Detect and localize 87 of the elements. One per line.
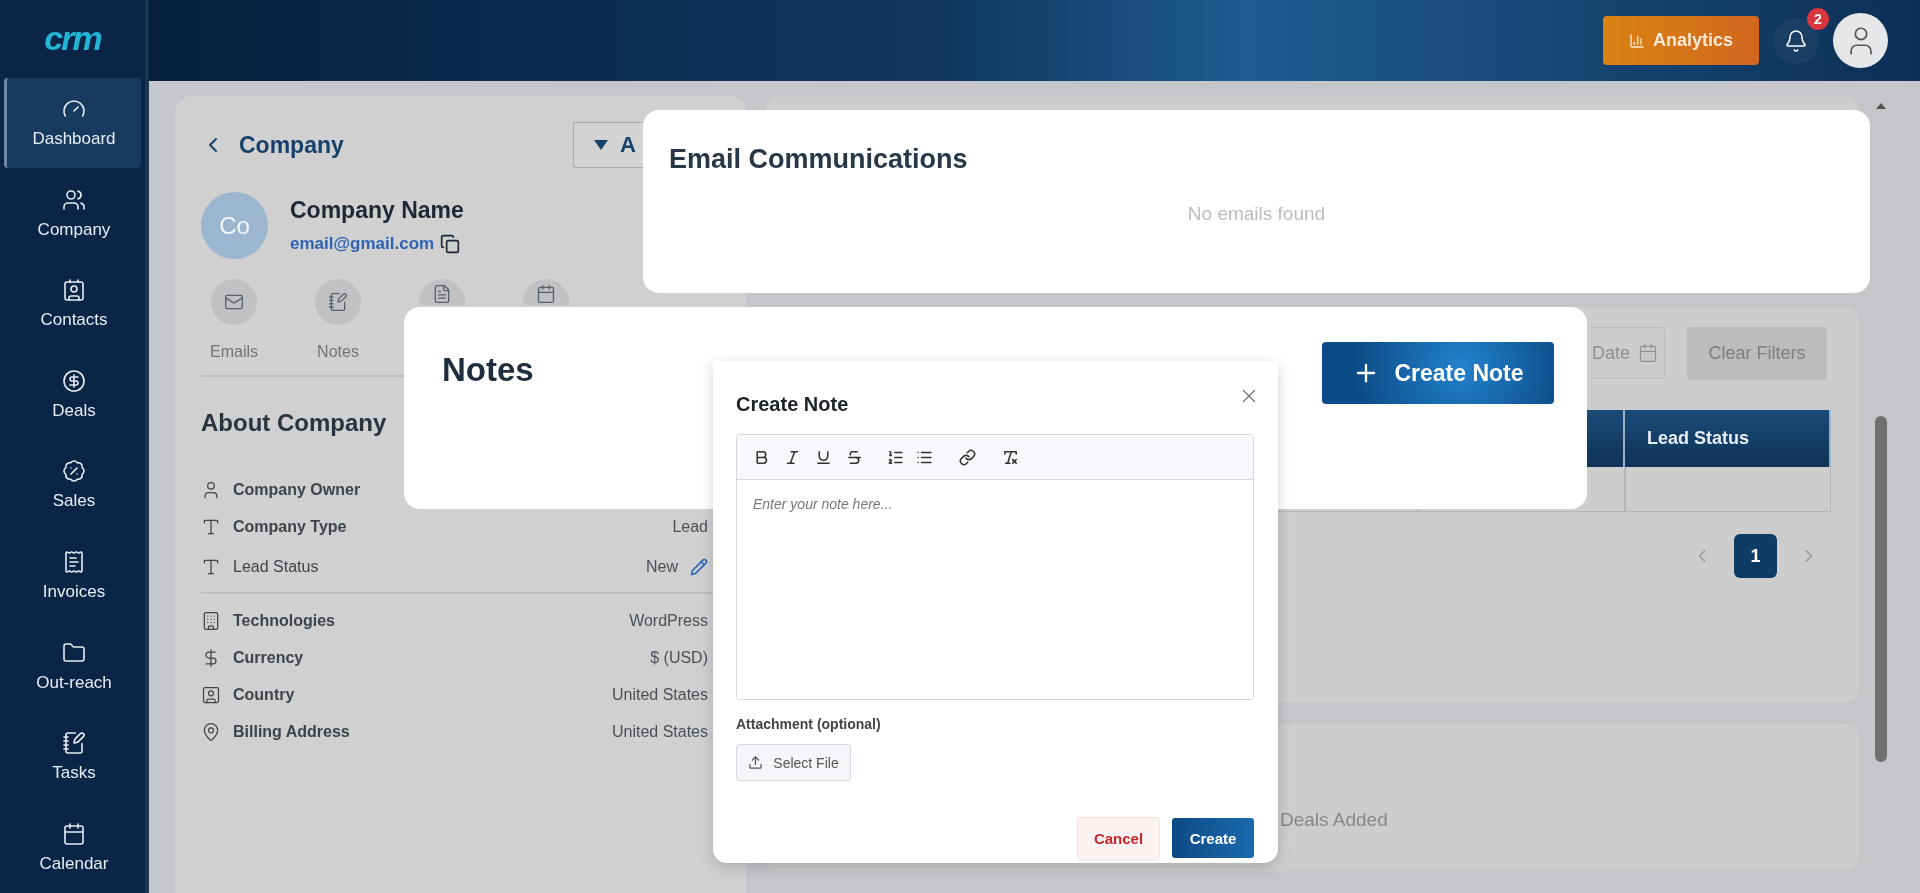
- calendar-icon: [536, 284, 556, 304]
- users-icon: [62, 187, 86, 212]
- bar-chart-icon: [1628, 32, 1645, 49]
- note-editor[interactable]: Enter your note here...: [736, 434, 1254, 700]
- notebook-icon: [328, 291, 348, 312]
- card-title: Email Communications: [669, 144, 968, 175]
- bell-icon: [1784, 28, 1808, 53]
- page-button[interactable]: 1: [1734, 534, 1777, 578]
- sidebar-item[interactable]: Dashboard: [4, 77, 141, 169]
- toolbar-button[interactable]: [753, 448, 770, 466]
- user-avatar[interactable]: [1833, 13, 1888, 68]
- sidebar-item[interactable]: Calendar: [4, 802, 141, 893]
- field-label: Company Owner: [233, 480, 362, 499]
- percent-badge-icon: [62, 459, 86, 484]
- scroll-up-icon[interactable]: [1876, 103, 1886, 109]
- toolbar-button[interactable]: [887, 448, 904, 466]
- folder-icon: [62, 640, 86, 665]
- card-title: Notes: [442, 351, 534, 389]
- quick-action-button[interactable]: [315, 279, 361, 325]
- building-icon: [201, 610, 221, 631]
- field-label: Country: [233, 685, 296, 704]
- calendar-icon: [1638, 343, 1658, 363]
- copy-icon[interactable]: [440, 234, 461, 254]
- field-label: Technologies: [233, 611, 336, 630]
- notebook-icon: [62, 731, 86, 756]
- logo: crm: [44, 19, 101, 59]
- upload-icon: [748, 755, 764, 770]
- ordered-list-icon: [887, 448, 904, 466]
- cancel-button[interactable]: Cancel: [1077, 817, 1160, 860]
- toolbar-button[interactable]: [846, 448, 863, 466]
- field-value: Lead: [672, 517, 708, 536]
- contact-card-icon: [62, 278, 86, 303]
- bold-icon: [753, 448, 770, 466]
- clear-format-icon: [1002, 448, 1019, 466]
- field-label: Currency: [233, 648, 305, 667]
- company-name: Company Name: [290, 197, 464, 224]
- create-note-button[interactable]: Create Note: [1322, 342, 1554, 404]
- toolbar-button[interactable]: [784, 448, 801, 466]
- avatar-initials: Co: [201, 192, 268, 259]
- empty-message: Deals Added: [1280, 809, 1388, 831]
- field-label: Company Type: [233, 517, 348, 536]
- quick-action-button[interactable]: [211, 279, 257, 325]
- calendar-icon: [62, 821, 86, 846]
- field-value: $ (USD): [650, 648, 708, 667]
- quick-action-button[interactable]: [419, 279, 465, 305]
- document-icon: [432, 284, 452, 304]
- dollar-circle-icon: [62, 368, 86, 393]
- table-header: Lead Status: [1625, 410, 1831, 467]
- italic-icon: [784, 448, 801, 466]
- notification-badge: 2: [1807, 7, 1829, 30]
- empty-message: No emails found: [1186, 203, 1327, 225]
- toolbar-button[interactable]: [1002, 448, 1019, 466]
- underline-icon: [815, 448, 832, 466]
- field-label: Lead Status: [233, 557, 320, 576]
- field-value: United States: [611, 722, 708, 741]
- pencil-icon[interactable]: [690, 557, 708, 576]
- receipt-icon: [62, 550, 86, 574]
- sidebar-item[interactable]: Deals: [4, 349, 141, 441]
- sidebar-item[interactable]: Out-reach: [4, 621, 141, 712]
- field-label: Attachment (optional): [736, 716, 882, 732]
- dialog-title: Create Note: [736, 393, 849, 416]
- scrollbar-thumb[interactable]: [1875, 416, 1887, 762]
- map-pin-icon: [201, 721, 221, 742]
- quick-action-label: Notes: [317, 343, 359, 361]
- strikethrough-icon: [846, 448, 863, 466]
- section-title: About Company: [201, 409, 388, 437]
- quick-action-button[interactable]: [523, 279, 569, 305]
- field-value: United States: [611, 685, 708, 704]
- person-badge-icon: [201, 684, 221, 705]
- sidebar-item[interactable]: Contacts: [4, 259, 141, 350]
- back-link[interactable]: Company: [201, 131, 344, 159]
- toolbar-button[interactable]: [959, 448, 976, 466]
- caret-icon: [594, 140, 608, 150]
- create-button[interactable]: Create: [1172, 818, 1254, 858]
- link-icon: [959, 448, 976, 466]
- field-value: WordPress: [629, 611, 708, 630]
- field-label: Billing Address: [233, 722, 351, 741]
- sidebar-item[interactable]: Company: [4, 168, 141, 260]
- sidebar-item[interactable]: Invoices: [4, 530, 141, 622]
- actions-dropdown[interactable]: A: [573, 122, 643, 168]
- toolbar-button[interactable]: [815, 448, 832, 466]
- email-link[interactable]: email@gmail.com: [290, 234, 435, 254]
- field-value: New: [646, 557, 678, 576]
- quick-action-label: Emails: [210, 343, 258, 361]
- select-file-button[interactable]: Select File: [736, 744, 851, 781]
- sidebar-item[interactable]: Sales: [4, 440, 141, 531]
- sidebar-item[interactable]: Tasks: [4, 711, 141, 803]
